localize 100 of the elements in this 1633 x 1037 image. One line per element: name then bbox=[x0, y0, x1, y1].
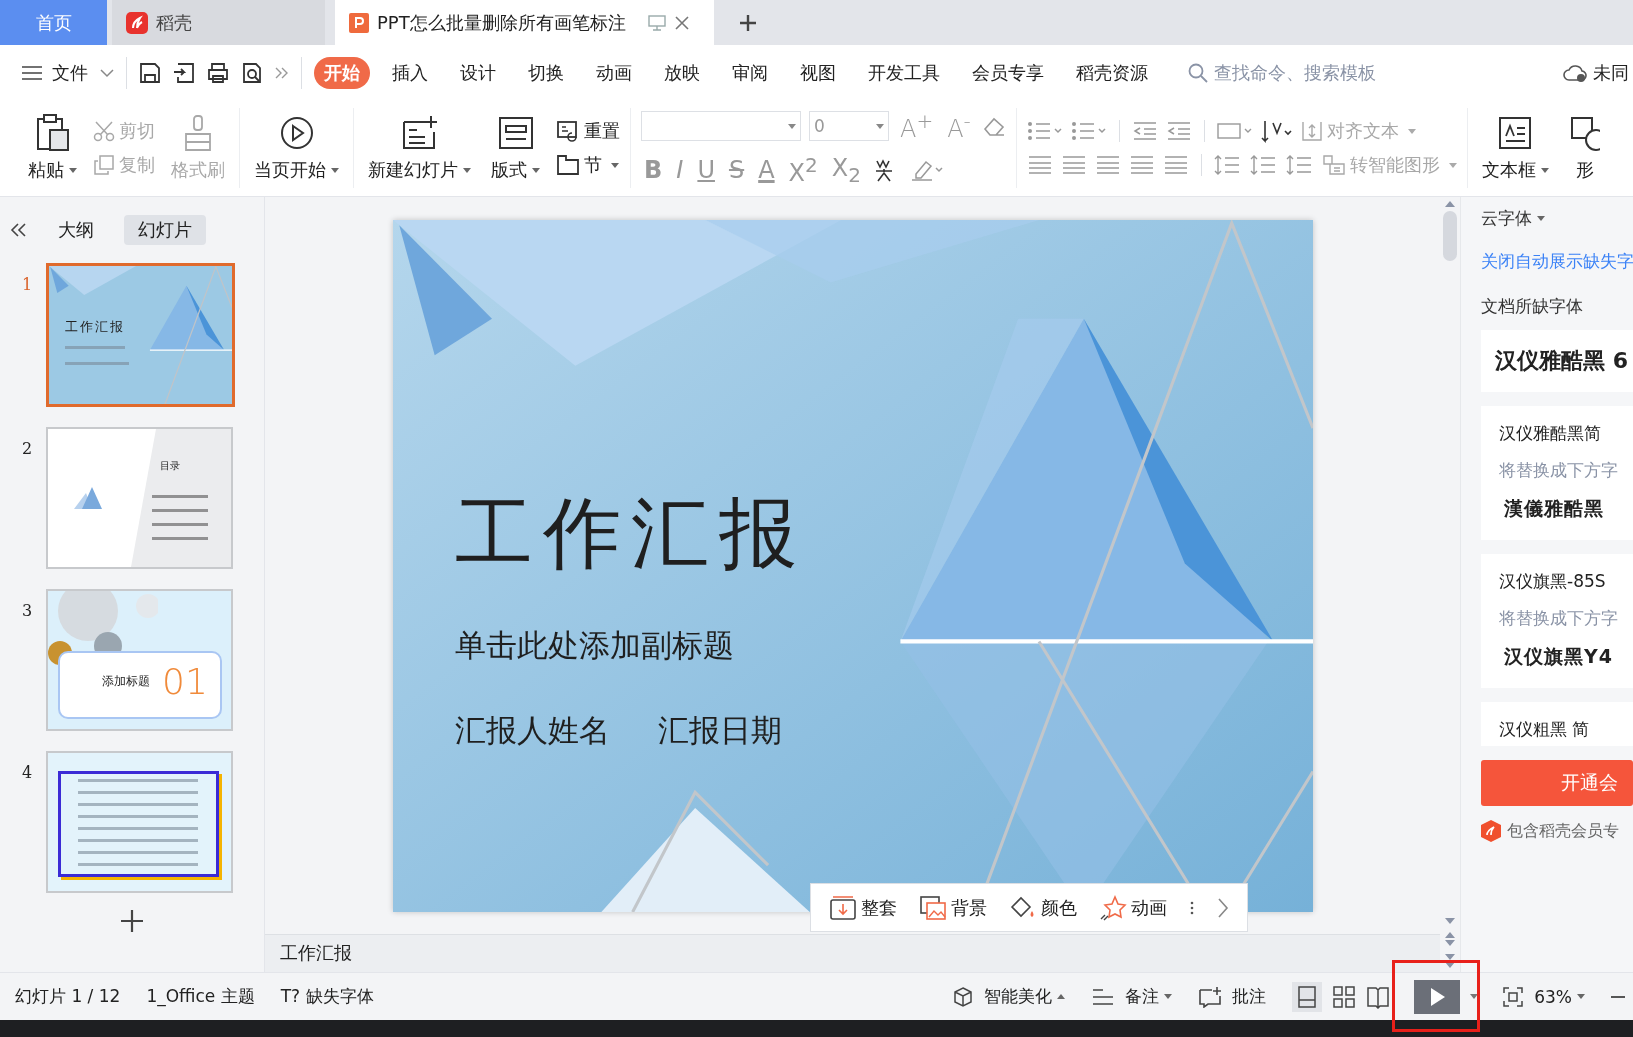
new-slide-button[interactable]: 新建幻灯片 bbox=[364, 110, 475, 186]
speaker-notes[interactable]: 工作汇报 bbox=[265, 934, 1440, 972]
ribbon-tab[interactable]: 开发工具 bbox=[858, 56, 950, 89]
ribbon-tab[interactable]: 审阅 bbox=[722, 56, 778, 89]
new-tab-icon[interactable] bbox=[737, 12, 758, 33]
save-icon[interactable] bbox=[139, 61, 161, 84]
layout-button[interactable]: 版式 bbox=[487, 110, 544, 186]
presentation-file-icon bbox=[349, 12, 369, 33]
scroll-down-icon[interactable] bbox=[1445, 918, 1455, 924]
paragraph-align-icon[interactable] bbox=[1162, 155, 1189, 175]
command-search-field[interactable]: 查找命令、搜索模板 bbox=[1188, 61, 1396, 84]
close-icon[interactable] bbox=[673, 14, 690, 31]
highlighter-icon[interactable] bbox=[910, 158, 944, 182]
slide-title[interactable]: 工作汇报 bbox=[455, 482, 807, 587]
cube-icon[interactable] bbox=[952, 985, 975, 1008]
slide-thumbnail[interactable]: 添加标题 01 bbox=[46, 589, 233, 731]
export-icon[interactable] bbox=[173, 61, 195, 84]
file-menu[interactable]: 文件 bbox=[52, 60, 88, 85]
panel-tab[interactable]: 大纲 bbox=[44, 215, 108, 245]
next-slide-icon[interactable] bbox=[1445, 954, 1455, 968]
cloud-icon[interactable] bbox=[1563, 62, 1589, 83]
print-icon[interactable] bbox=[207, 61, 229, 84]
list-icon[interactable] bbox=[1026, 120, 1063, 142]
previous-slide-icon[interactable] bbox=[1445, 932, 1455, 946]
section-button[interactable]: 节 bbox=[556, 153, 620, 177]
font-replacement-card[interactable]: 汉仪粗黑 简 bbox=[1481, 702, 1633, 746]
shape-button[interactable]: 形 bbox=[1564, 110, 1605, 186]
indent-icon[interactable] bbox=[1131, 121, 1158, 141]
font-name-field[interactable] bbox=[641, 111, 801, 141]
indent-icon[interactable] bbox=[1165, 121, 1192, 141]
replacement-hint: 将替换成下方字 bbox=[1499, 607, 1619, 630]
quick-action-button[interactable]: 颜色 bbox=[1009, 894, 1077, 921]
notes-icon[interactable] bbox=[1091, 986, 1116, 1007]
presenter-name[interactable]: 汇报人姓名 bbox=[455, 710, 610, 752]
paste-button[interactable]: 粘贴 bbox=[24, 110, 81, 186]
paragraph-align-icon[interactable] bbox=[1026, 155, 1053, 175]
slide-thumbnail[interactable]: 工作汇报 bbox=[46, 263, 235, 407]
preview-icon[interactable] bbox=[241, 61, 263, 84]
slide-subtitle[interactable]: 单击此处添加副标题 bbox=[455, 625, 734, 667]
font-replacement-card[interactable]: 汉仪雅酷黑简 将替换成下方字 漢儀雅酷黑 bbox=[1481, 406, 1633, 540]
slide-thumbnail[interactable]: 目录 bbox=[46, 427, 233, 569]
panel-tab[interactable]: 幻灯片 bbox=[124, 215, 206, 245]
font-name: 汉仪雅酷黑简 bbox=[1499, 422, 1602, 445]
ribbon-tab[interactable]: 放映 bbox=[654, 56, 710, 89]
text-box-button[interactable]: 文本框 bbox=[1477, 110, 1553, 186]
ribbon-tab[interactable]: 切换 bbox=[518, 56, 574, 89]
add-slide-icon[interactable] bbox=[120, 909, 144, 933]
notes-button[interactable]: 备注 bbox=[1125, 985, 1173, 1008]
quick-action-button[interactable]: 动画 bbox=[1099, 894, 1167, 921]
reset-button[interactable]: 重置 bbox=[556, 119, 620, 143]
ribbon-tab[interactable]: 视图 bbox=[790, 56, 846, 89]
ribbon-tab[interactable]: 稻壳资源 bbox=[1066, 56, 1158, 89]
document-tab[interactable]: 稻壳 bbox=[112, 0, 325, 45]
ribbon-tab[interactable]: 设计 bbox=[450, 56, 506, 89]
text-line bbox=[152, 537, 208, 540]
font-replacement-card[interactable]: 汉仪旗黑-85S 将替换成下方字 汉仪旗黑Y4 bbox=[1481, 554, 1633, 688]
font-source-dropdown[interactable]: 云字体 bbox=[1481, 207, 1633, 230]
normal-view-icon[interactable] bbox=[1292, 981, 1323, 1012]
slide-thumbnail[interactable] bbox=[46, 751, 233, 893]
monitor-icon[interactable] bbox=[647, 14, 666, 31]
scroll-thumb[interactable] bbox=[1443, 211, 1457, 261]
text-direction-icon[interactable] bbox=[1260, 119, 1293, 143]
ribbon-tab[interactable]: 会员专享 bbox=[962, 56, 1054, 89]
paragraph-align-icon[interactable] bbox=[1094, 155, 1121, 175]
comment-icon[interactable] bbox=[1198, 985, 1223, 1008]
report-date[interactable]: 汇报日期 bbox=[658, 710, 782, 752]
caret-icon bbox=[1540, 167, 1549, 173]
line-spacing-icon[interactable] bbox=[1249, 154, 1278, 176]
chevron-right-icon[interactable] bbox=[1217, 896, 1229, 919]
sync-status[interactable]: 未同 bbox=[1593, 60, 1629, 85]
line-spacing-icon[interactable] bbox=[1213, 154, 1242, 176]
quick-action-button[interactable]: 整套 bbox=[829, 894, 897, 921]
missing-font-button[interactable]: T? 缺失字体 bbox=[280, 985, 374, 1008]
zoom-level[interactable]: 63% bbox=[1534, 986, 1585, 1007]
list-icon[interactable] bbox=[1070, 120, 1107, 142]
more-icon[interactable] bbox=[1189, 899, 1195, 916]
collapse-icon[interactable] bbox=[10, 223, 28, 237]
zoom-out-icon[interactable] bbox=[1611, 994, 1625, 999]
ribbon-tab[interactable]: 插入 bbox=[382, 56, 438, 89]
eraser-icon[interactable] bbox=[981, 115, 1006, 137]
grid-view-icon[interactable] bbox=[1332, 984, 1357, 1009]
replacement-font: 汉仪旗黑Y4 bbox=[1504, 644, 1614, 669]
ribbon-tab[interactable]: 动画 bbox=[586, 56, 642, 89]
missing-font-card[interactable]: 汉仪雅酷黑 6 bbox=[1481, 330, 1633, 392]
comments-button[interactable]: 批注 bbox=[1232, 985, 1267, 1008]
play-slideshow-button[interactable] bbox=[1414, 979, 1461, 1014]
reading-view-icon[interactable] bbox=[1366, 984, 1391, 1009]
smart-beautify-button[interactable]: 智能美化 bbox=[984, 985, 1066, 1008]
document-tab[interactable]: PPT怎么批量删除所有画笔标注 bbox=[335, 0, 714, 45]
theme-name[interactable]: 1_Office 主题 bbox=[146, 985, 255, 1008]
fit-window-icon[interactable] bbox=[1502, 985, 1525, 1008]
scroll-up-icon[interactable] bbox=[1445, 201, 1455, 207]
paragraph-align-icon[interactable] bbox=[1128, 155, 1155, 175]
caret-icon[interactable] bbox=[1470, 994, 1479, 999]
paragraph-align-icon[interactable] bbox=[1060, 155, 1087, 175]
play-from-current-button[interactable]: 当页开始 bbox=[250, 110, 343, 186]
chevron-down-icon[interactable] bbox=[100, 67, 114, 78]
line-spacing-icon[interactable] bbox=[1285, 154, 1314, 176]
quick-action-button[interactable]: 背景 bbox=[919, 894, 987, 921]
menu-icon[interactable] bbox=[22, 64, 42, 81]
